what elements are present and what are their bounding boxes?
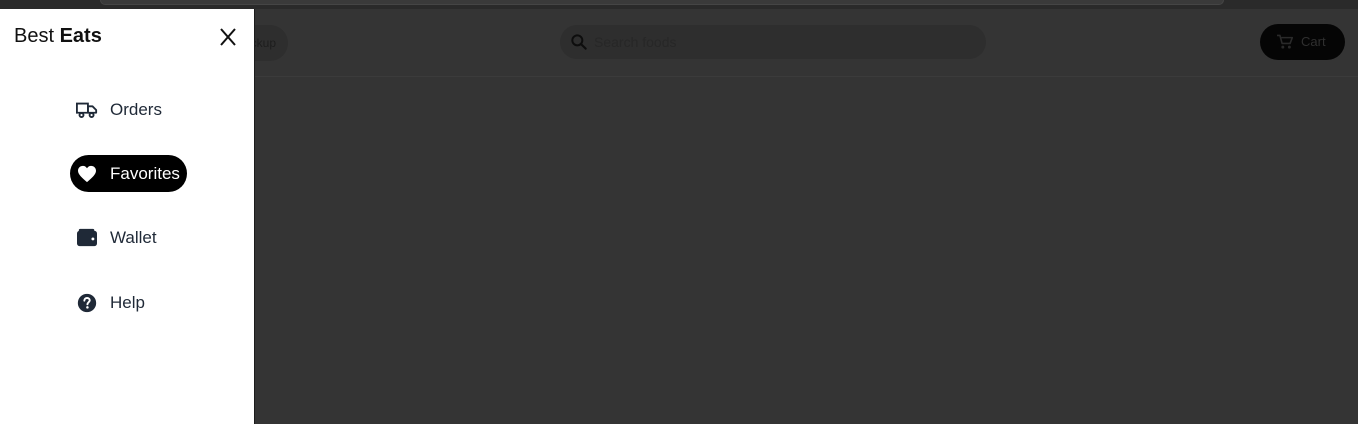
search-bar xyxy=(560,25,986,59)
nav-item-favorites[interactable]: Favorites xyxy=(70,155,187,192)
cart-label: Cart xyxy=(1301,34,1326,49)
nav-item-orders[interactable]: Orders xyxy=(76,91,162,128)
header-divider xyxy=(255,76,1358,77)
brand-second: Eats xyxy=(59,25,102,47)
brand-logo: Best Eats xyxy=(14,25,102,48)
heart-icon xyxy=(76,163,98,185)
search-icon xyxy=(571,34,587,50)
wallet-icon xyxy=(76,227,98,249)
nav-item-wallet[interactable]: Wallet xyxy=(76,219,157,256)
nav-item-help[interactable]: Help xyxy=(76,284,145,321)
nav-item-label: Help xyxy=(110,292,145,312)
cart-icon xyxy=(1277,34,1294,49)
address-bar-edge xyxy=(100,0,1224,5)
search-input xyxy=(594,32,974,52)
cart-button: Cart xyxy=(1260,24,1345,60)
nav-item-label: Orders xyxy=(110,99,162,119)
close-icon[interactable] xyxy=(216,25,240,49)
brand-first: Best xyxy=(14,25,55,47)
truck-icon xyxy=(76,99,98,121)
help-circle-icon xyxy=(76,292,98,314)
side-drawer: Best Eats Orders Favorites Wallet Help xyxy=(0,9,255,424)
browser-top-strip xyxy=(0,0,1358,9)
nav-item-label: Wallet xyxy=(110,227,157,247)
nav-item-label: Favorites xyxy=(110,163,180,183)
